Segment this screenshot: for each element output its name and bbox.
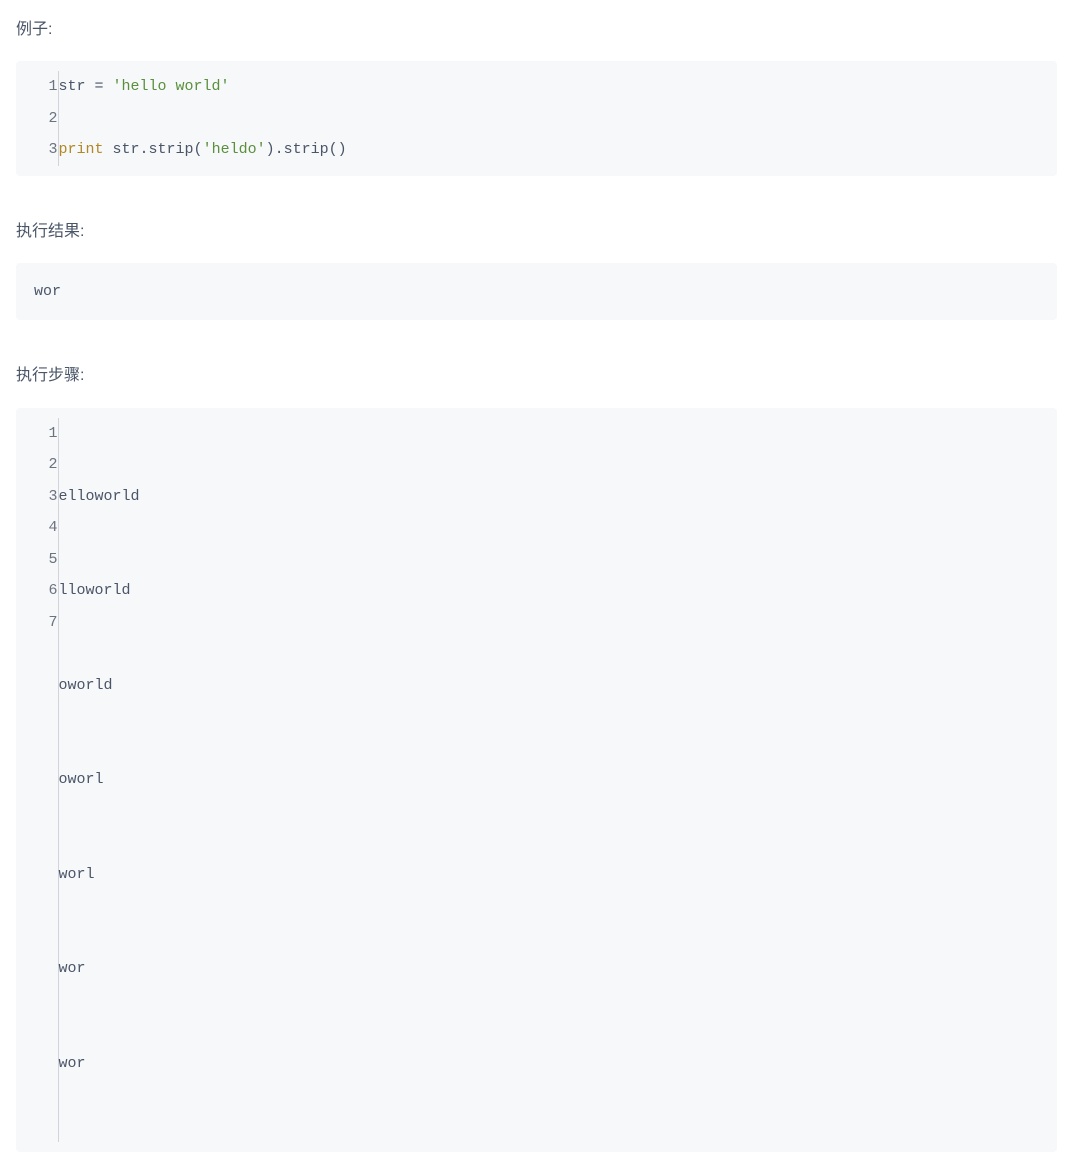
result-label: 执行结果: [16,218,1057,245]
line-number: 1 2 3 4 5 6 7 [30,418,58,1143]
code-block-1: 1 2 3 str = 'hello world' print str.stri… [16,61,1057,176]
steps-label: 执行步骤: [16,362,1057,389]
code-content: str = 'hello world' print str.strip('hel… [58,71,347,166]
example-label: 例子: [16,16,1057,43]
output-block: wor [16,263,1057,321]
code-block-2: 1 2 3 4 5 6 7 elloworld lloworld oworld … [16,408,1057,1153]
code-content: elloworld lloworld oworld oworl worl wor… [58,418,140,1143]
line-number: 1 2 3 [30,71,58,166]
